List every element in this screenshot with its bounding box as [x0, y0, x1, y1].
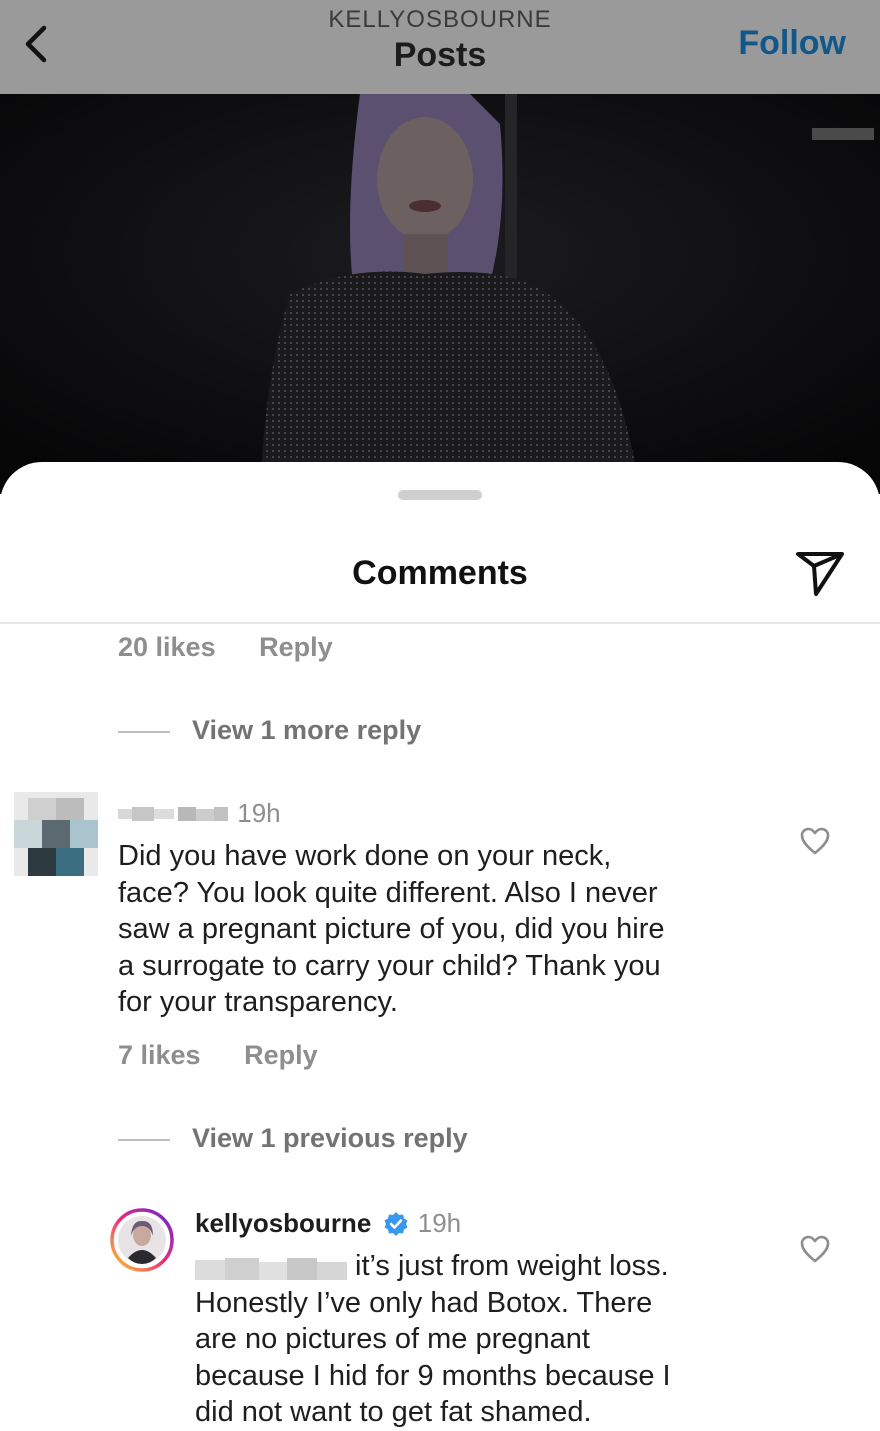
post-image[interactable]: [0, 94, 880, 494]
comment-time: 19h: [237, 798, 281, 828]
reply-button[interactable]: Reply: [244, 1040, 318, 1071]
sheet-title: Comments: [352, 554, 528, 592]
comment-user-line: kellyosbourne 19h: [195, 1208, 461, 1239]
divider-line: [118, 1138, 170, 1141]
top-bar: KELLYOSBOURNE Posts Follow: [0, 0, 880, 94]
divider: [0, 622, 880, 624]
blurred-username[interactable]: [118, 803, 230, 825]
post-photo: [0, 94, 880, 494]
story-ring-avatar-icon: [110, 1208, 174, 1272]
share-icon[interactable]: [794, 546, 848, 600]
divider-line: [118, 730, 170, 733]
view-previous-replies[interactable]: View 1 previous reply: [118, 1123, 468, 1154]
heart-icon[interactable]: [800, 1234, 830, 1264]
view-more-label: View 1 more reply: [192, 715, 422, 745]
comment-meta: 7 likes Reply: [118, 1040, 354, 1071]
comment-user-line: 19h: [118, 798, 281, 829]
comment-meta: 20 likes Reply: [118, 632, 369, 663]
like-count: 20 likes: [118, 632, 216, 662]
like-count: 7 likes: [118, 1040, 201, 1070]
verified-badge-icon: [384, 1212, 408, 1236]
comments-sheet: Comments 20 likes Reply View 1 more repl…: [0, 462, 880, 1431]
drag-handle[interactable]: [398, 490, 482, 500]
follow-button[interactable]: Follow: [738, 24, 846, 63]
comment-time: 19h: [417, 1208, 462, 1238]
avatar[interactable]: [14, 792, 98, 876]
reply-button[interactable]: Reply: [259, 632, 333, 663]
blurred-avatar-icon: [14, 792, 98, 876]
view-previous-label: View 1 previous reply: [192, 1123, 468, 1153]
comment-text: Did you have work done on your neck, fac…: [118, 840, 665, 1018]
avatar[interactable]: [110, 1208, 174, 1272]
comment-text: it’s just from weight loss. Honestly I’v…: [195, 1250, 671, 1428]
heart-icon[interactable]: [800, 826, 830, 856]
view-more-replies[interactable]: View 1 more reply: [118, 715, 421, 746]
comment-username[interactable]: kellyosbourne: [195, 1208, 371, 1238]
